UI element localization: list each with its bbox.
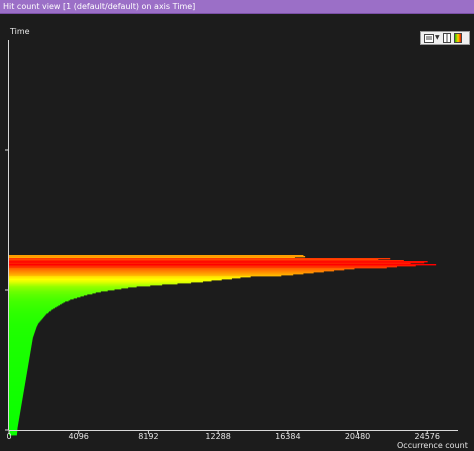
window-titlebar[interactable]: Hit count view [1 (default/default) on a… xyxy=(0,0,474,14)
mode-toggle-button[interactable] xyxy=(442,33,451,43)
mode-toggle-icon xyxy=(442,33,451,43)
x-tick-label: 8192 xyxy=(138,432,158,441)
x-tick-label: 12288 xyxy=(205,432,230,441)
histogram-chart[interactable]: 0 4096 8192 12288 16384 20480 24576 Occurrence… xyxy=(0,14,474,451)
x-tick-label: 20480 xyxy=(345,432,370,441)
layout-menu-icon xyxy=(424,33,434,43)
chevron-down-icon: ▼ xyxy=(435,34,440,41)
window-title: Hit count view [1 (default/default) on a… xyxy=(3,2,196,11)
x-tick-label: 4096 xyxy=(69,432,89,441)
x-tick-label: 0 xyxy=(6,432,11,441)
y-axis-title: Time xyxy=(10,27,30,36)
color-scale-icon xyxy=(453,33,462,43)
histogram-bars xyxy=(9,255,437,436)
x-tick-label: 24576 xyxy=(415,432,440,441)
view-toolbar: ▼ xyxy=(420,31,470,45)
x-axis-title: Occurrence count xyxy=(397,441,468,450)
x-tick-label: 16384 xyxy=(275,432,300,441)
layout-menu-button[interactable]: ▼ xyxy=(424,33,440,43)
hit-count-view[interactable]: 0 4096 8192 12288 16384 20480 24576 Occurrence… xyxy=(0,14,474,451)
x-axis-ticks: 0 4096 8192 12288 16384 20480 24576 xyxy=(6,430,440,441)
color-scale-button[interactable] xyxy=(453,33,462,43)
